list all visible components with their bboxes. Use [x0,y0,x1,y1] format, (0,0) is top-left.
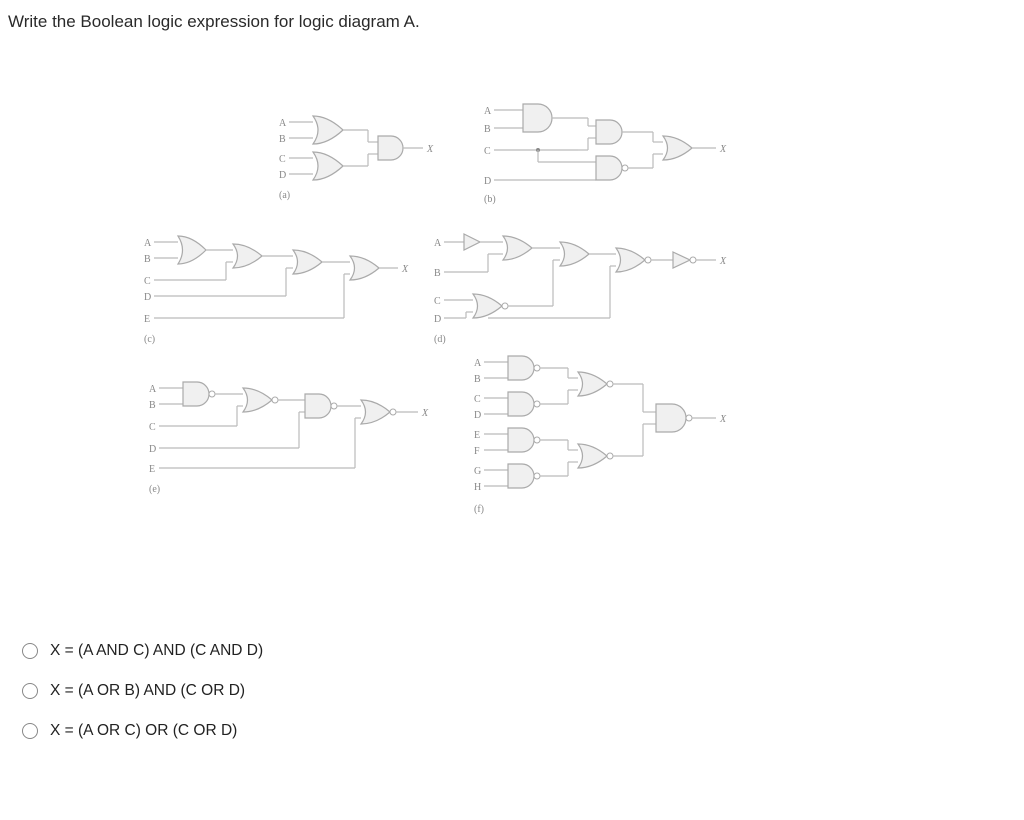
label-d-C: C [434,296,441,307]
diagram-b: A B C D [478,102,738,212]
radio-icon [22,643,38,659]
label-b-C: C [484,146,491,157]
label-e-A: A [149,384,157,395]
label-a-D: D [279,170,286,181]
label-b-A: A [484,106,492,117]
label-f-B: B [474,374,481,385]
label-e-B: B [149,400,156,411]
diagram-f: A B C D E F G H [468,352,748,527]
caption-d: (d) [434,334,446,345]
label-f-E: E [474,430,480,441]
label-f-F: F [474,446,480,457]
label-f-A: A [474,358,482,369]
option-1[interactable]: X = (A AND C) AND (C AND D) [22,642,1016,660]
label-e-D: D [149,444,156,455]
label-e-C: C [149,422,156,433]
label-f-H: H [474,482,481,493]
option-3[interactable]: X = (A OR C) OR (C OR D) [22,722,1016,740]
diagrams-area: A B C D X (a) [8,52,1016,612]
diagram-c: A B C D E X (c) [138,232,418,352]
caption-b: (b) [484,194,496,205]
label-c-B: B [144,254,151,265]
label-d-A: A [434,238,442,249]
label-a-C: C [279,154,286,165]
label-f-G: G [474,466,481,477]
label-e-E: E [149,464,155,475]
option-2[interactable]: X = (A OR B) AND (C OR D) [22,682,1016,700]
label-c-E: E [144,314,150,325]
label-f-out: X [719,414,727,425]
label-c-out: X [401,264,409,275]
option-2-label: X = (A OR B) AND (C OR D) [50,682,245,700]
label-b-out: X [719,144,727,155]
label-d-D: D [434,314,441,325]
caption-a: (a) [279,190,290,201]
radio-icon [22,723,38,739]
label-b-D: D [484,176,491,187]
diagram-d: A B C D [428,232,738,352]
label-c-D: D [144,292,151,303]
label-c-A: A [144,238,152,249]
label-f-D: D [474,410,481,421]
label-d-out: X [719,256,727,267]
label-a-out: X [426,144,434,155]
diagram-a: A B C D X (a) [273,112,443,202]
caption-e: (e) [149,484,160,495]
label-b-B: B [484,124,491,135]
label-e-out: X [421,408,429,419]
label-f-C: C [474,394,481,405]
caption-c: (c) [144,334,155,345]
question-text: Write the Boolean logic expression for l… [8,12,1016,32]
radio-icon [22,683,38,699]
label-d-B: B [434,268,441,279]
label-a-B: B [279,134,286,145]
answer-options: X = (A AND C) AND (C AND D) X = (A OR B)… [8,642,1016,740]
label-a-A: A [279,118,287,129]
diagram-e: A B C D E [143,372,443,502]
option-3-label: X = (A OR C) OR (C OR D) [50,722,237,740]
option-1-label: X = (A AND C) AND (C AND D) [50,642,263,660]
label-c-C: C [144,276,151,287]
caption-f: (f) [474,504,484,515]
